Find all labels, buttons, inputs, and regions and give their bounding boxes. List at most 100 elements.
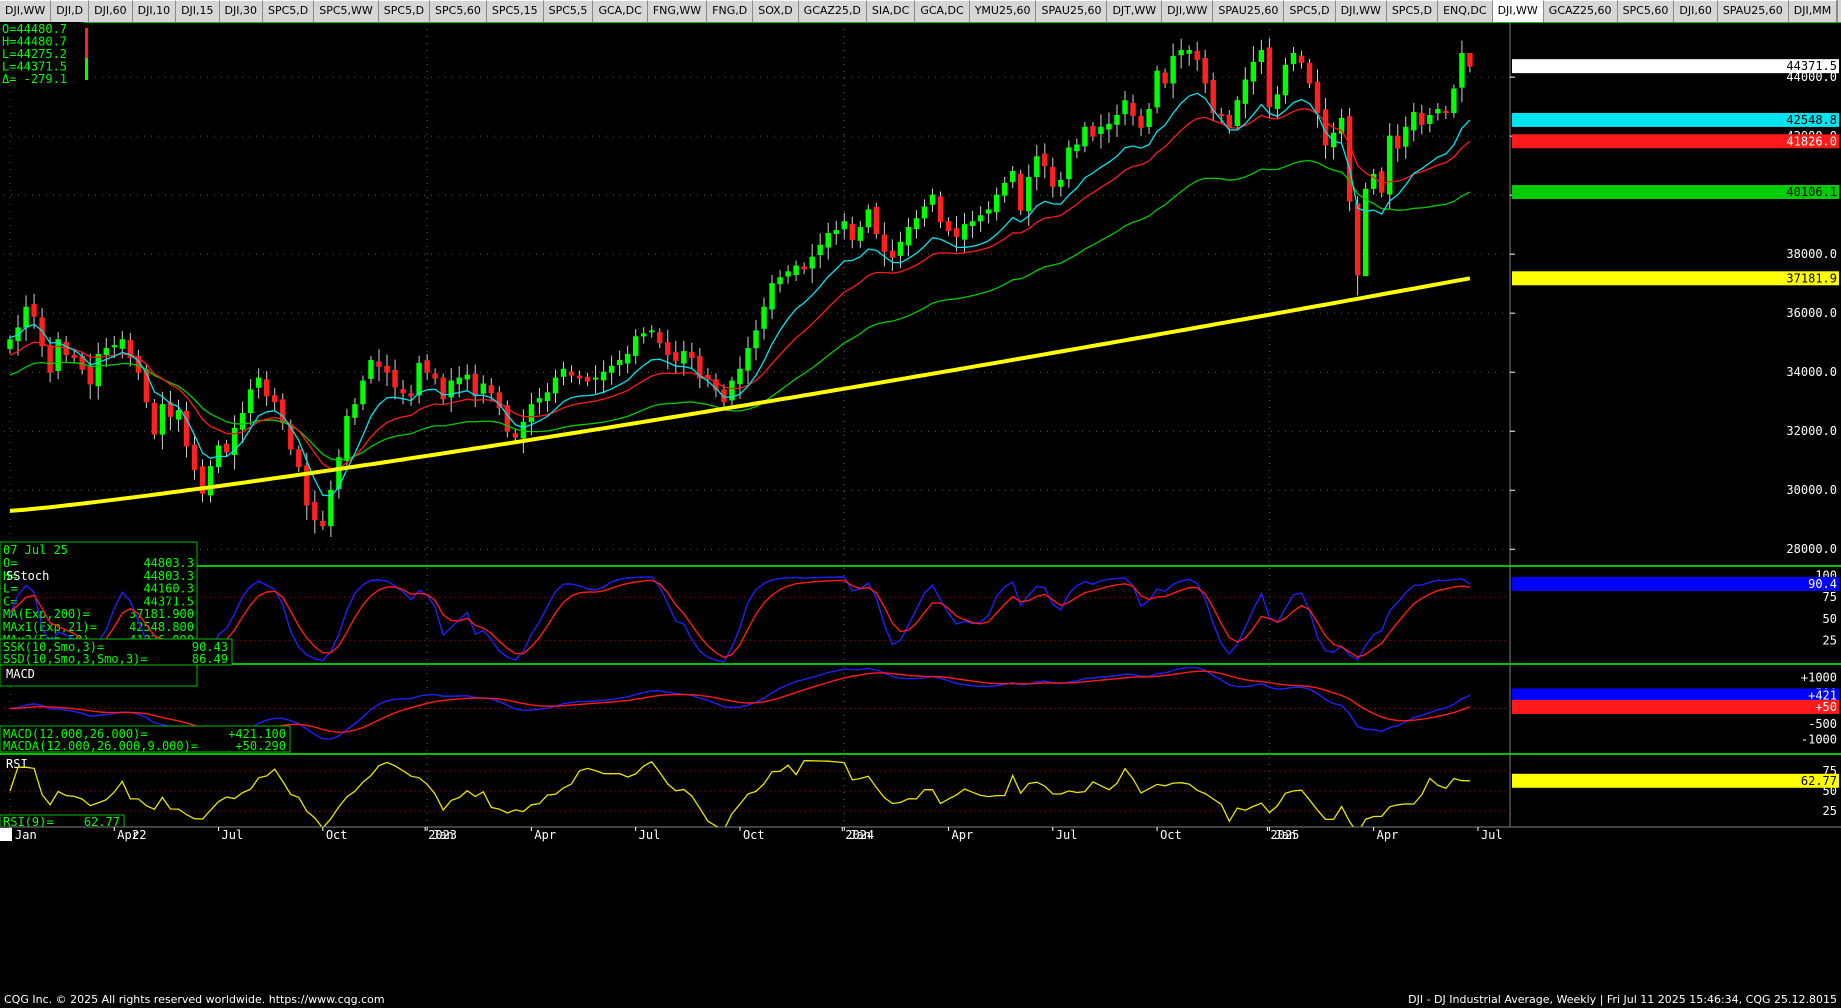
candle-body bbox=[119, 339, 126, 349]
candle-body bbox=[873, 206, 880, 235]
candle-body bbox=[1306, 62, 1313, 84]
macd-legend-value: +50.290 bbox=[235, 739, 286, 753]
x-axis-band bbox=[0, 827, 1841, 842]
price-badge-label: 42548.8 bbox=[1786, 113, 1837, 127]
candle-body bbox=[400, 389, 406, 394]
ohlc-value: Δ= -279.1 bbox=[2, 72, 67, 86]
candle-body bbox=[624, 353, 631, 364]
chart-tab[interactable]: DJI,D bbox=[51, 0, 90, 22]
candle-body bbox=[296, 449, 302, 468]
candle-body bbox=[1050, 166, 1056, 187]
candle-body bbox=[111, 345, 117, 348]
macd-badge bbox=[1512, 699, 1839, 714]
chart-tab-bar: DJI,WW DJI,D DJI,60 DJI,10 DJI,15 DJI,30 SPC5,… bbox=[0, 0, 1841, 23]
candle-body bbox=[801, 266, 807, 270]
chart-tab[interactable]: SPC5,5 bbox=[543, 0, 594, 22]
chart-tab[interactable]: SPC5,60 bbox=[1617, 0, 1675, 22]
candle-body bbox=[993, 194, 1000, 213]
chart-area: 44000.042000.040000.038000.036000.034000… bbox=[0, 22, 1841, 842]
chart-tab[interactable]: SPAU25,60 bbox=[1717, 0, 1789, 22]
price-tick-label: 30000.0 bbox=[1786, 483, 1837, 497]
candle-body bbox=[424, 360, 430, 373]
chart-tab[interactable]: DJI,MM bbox=[1788, 0, 1838, 22]
chart-tab[interactable]: SPC5,WW bbox=[314, 0, 379, 22]
candle-body bbox=[576, 375, 583, 379]
candle-body bbox=[961, 224, 968, 240]
candle-body bbox=[857, 227, 863, 241]
status-footer: CQG Inc. © 2025 All rights reserved worl… bbox=[0, 990, 1841, 1008]
rsi-badge bbox=[1512, 773, 1839, 788]
stoch-title: SStoch bbox=[6, 569, 49, 583]
candle-body bbox=[761, 306, 767, 329]
candle-body bbox=[881, 234, 888, 252]
candle-body bbox=[1098, 126, 1104, 134]
chart-tab[interactable]: DJI,30 bbox=[219, 0, 263, 22]
candle-body bbox=[897, 241, 904, 256]
price-badge-label: 40106.1 bbox=[1786, 185, 1837, 199]
chart-tab[interactable]: DJT,WW bbox=[1107, 0, 1163, 22]
chart-tab[interactable]: GCA,DC bbox=[915, 0, 970, 22]
chart-tab[interactable]: DJI,WW bbox=[0, 0, 52, 22]
candle-body bbox=[288, 424, 294, 450]
candle-body bbox=[71, 354, 77, 358]
candle-body bbox=[1001, 182, 1008, 196]
candle-body bbox=[785, 271, 791, 277]
ma21-line bbox=[9, 92, 1471, 497]
candle-body bbox=[1451, 88, 1457, 114]
chart-tab[interactable]: FNG,WW bbox=[647, 0, 708, 22]
chart-tab[interactable]: SIA,DC bbox=[866, 0, 916, 22]
x-axis-month-label: Jul bbox=[1056, 828, 1078, 842]
chart-tab[interactable]: SPAU25,60 bbox=[1213, 0, 1285, 22]
candle-body bbox=[1026, 176, 1032, 212]
candle-body bbox=[1178, 50, 1184, 56]
x-axis-month-label: Jul bbox=[1481, 828, 1503, 842]
chart-tab[interactable]: GCAZ25,D bbox=[798, 0, 867, 22]
chart-tab[interactable]: DJI,WW bbox=[1335, 0, 1387, 22]
candle-body bbox=[103, 348, 109, 355]
candle-body bbox=[488, 385, 495, 394]
candle-body bbox=[23, 306, 29, 328]
x-axis-month-label: Oct bbox=[743, 828, 765, 842]
chart-tab[interactable]: DJI,WW bbox=[1162, 0, 1214, 22]
candle-body bbox=[1314, 81, 1321, 114]
candle-body bbox=[1114, 114, 1120, 125]
chart-tab[interactable]: SPC5,15 bbox=[486, 0, 544, 22]
chart-tab[interactable]: SPAU25,60 bbox=[1036, 0, 1108, 22]
x-axis-month-label: Jan bbox=[1274, 828, 1296, 842]
price-tick-label: 28000.0 bbox=[1786, 542, 1837, 556]
ohlc-candle-mark bbox=[85, 28, 88, 58]
candle-body bbox=[608, 365, 615, 373]
candle-body bbox=[1170, 55, 1176, 84]
candle-body bbox=[1090, 125, 1096, 137]
candle-body bbox=[929, 194, 936, 205]
chart-tab[interactable]: GCA,DC bbox=[593, 0, 648, 22]
chart-tab[interactable]: DJI,60 bbox=[1674, 0, 1718, 22]
chart-tab[interactable]: DJI,WW bbox=[1492, 0, 1544, 22]
stoch-tick-label: 75 bbox=[1823, 590, 1837, 604]
chart-tab[interactable]: SPC5,D bbox=[262, 0, 315, 22]
add-tab-button[interactable]: + bbox=[1837, 0, 1841, 22]
copyright-text: CQG Inc. © 2025 All rights reserved worl… bbox=[4, 993, 385, 1006]
stoch-legend-value: 86.49 bbox=[192, 652, 228, 666]
ma50-line bbox=[9, 108, 1471, 470]
chart-tab[interactable]: SPC5,D bbox=[1284, 0, 1336, 22]
chart-tab[interactable]: SOX,D bbox=[753, 0, 799, 22]
x-axis-month-label: Oct bbox=[326, 828, 348, 842]
chart-tab[interactable]: GCAZ25,60 bbox=[1543, 0, 1618, 22]
candle-body bbox=[1074, 144, 1080, 152]
chart-tab[interactable]: SPC5,D bbox=[1386, 0, 1439, 22]
chart-tab[interactable]: DJI,15 bbox=[176, 0, 220, 22]
chart-tab[interactable]: SPC5,60 bbox=[430, 0, 487, 22]
candle-body bbox=[239, 413, 246, 430]
chart-tab[interactable]: FNG,D bbox=[707, 0, 754, 22]
chart-tab[interactable]: DJI,60 bbox=[89, 0, 133, 22]
chart-tab[interactable]: SPC5,D bbox=[378, 0, 431, 22]
candle-body bbox=[472, 373, 478, 397]
chart-tab[interactable]: DJI,10 bbox=[132, 0, 177, 22]
chart-tab[interactable]: ENQ,DC bbox=[1438, 0, 1493, 22]
chart-tab[interactable]: YMU25,60 bbox=[969, 0, 1037, 22]
candle-body bbox=[817, 244, 823, 255]
candle-body bbox=[953, 228, 960, 237]
candle-body bbox=[312, 501, 318, 521]
x-axis-month-label: Apr bbox=[534, 828, 556, 842]
